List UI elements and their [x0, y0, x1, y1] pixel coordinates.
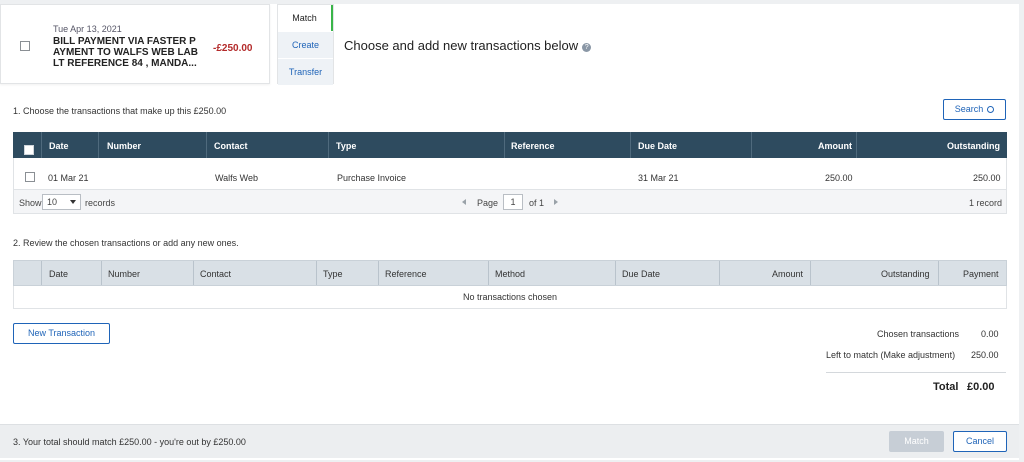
left-to-match-prefix: Left to match ( [826, 350, 884, 360]
left-to-match-suffix: ) [952, 350, 956, 360]
row-date: 01 Mar 21 [48, 173, 89, 183]
search-button-label: Search [954, 104, 984, 114]
records-label: records [85, 198, 116, 208]
col2-contact: Contact [200, 269, 232, 279]
match-button[interactable]: Match [889, 431, 944, 452]
bottom-bar: 3. Your total should match £250.00 - you… [0, 424, 1019, 458]
col-amount[interactable]: Amount [818, 141, 852, 151]
page-heading: Choose and add new transactions below? [344, 38, 592, 53]
col-type[interactable]: Type [336, 141, 356, 151]
col2-number: Number [108, 269, 141, 279]
col2-outstanding: Outstanding [881, 269, 930, 279]
page-size-select[interactable]: 10 [42, 194, 81, 210]
total-label: Total [933, 381, 959, 393]
summary-divider [826, 372, 1006, 373]
tab-create[interactable]: Create [278, 32, 333, 58]
col-reference[interactable]: Reference [511, 141, 555, 151]
col2-method: Method [495, 269, 526, 279]
col2-type: Type [323, 269, 343, 279]
transactions-table-header: Date Number Contact Type Reference Due D… [13, 132, 1007, 158]
record-count: 1 record [969, 198, 1003, 208]
page-heading-text: Choose and add new transactions below [344, 38, 579, 53]
next-page-icon[interactable] [554, 199, 558, 205]
statement-date: Tue Apr 13, 2021 [53, 24, 122, 34]
page-size-value: 10 [47, 197, 58, 207]
make-adjustment-link[interactable]: Make adjustment [884, 350, 953, 360]
col2-amount: Amount [772, 269, 804, 279]
row-contact: Walfs Web [215, 173, 259, 183]
row-outstanding: 250.00 [973, 173, 1001, 183]
tab-transfer[interactable]: Transfer [278, 59, 333, 85]
question-circle-icon[interactable]: ? [582, 43, 592, 52]
statement-amount: -£250.00 [213, 43, 253, 54]
row-checkbox[interactable] [25, 172, 35, 182]
prev-page-icon[interactable] [462, 199, 466, 205]
section2-label: 2. Review the chosen transactions or add… [13, 238, 239, 248]
page-number-input[interactable]: 1 [503, 194, 523, 210]
statement-checkbox[interactable] [20, 41, 30, 51]
section1-label: 1. Choose the transactions that make up … [13, 106, 227, 116]
table-row[interactable]: 01 Mar 21 Walfs Web Purchase Invoice 31 … [13, 158, 1007, 189]
reconcile-window: Tue Apr 13, 2021 BILL PAYMENT VIA FASTER… [0, 0, 1024, 462]
col2-reference: Reference [385, 269, 427, 279]
page-label: Page [477, 198, 499, 208]
left-to-match-label: Left to match (Make adjustment) [826, 350, 955, 360]
show-label: Show [19, 198, 42, 208]
statement-description: BILL PAYMENT VIA FASTER P AYMENT TO WALF… [53, 36, 198, 69]
page-of-label: of 1 [529, 198, 545, 208]
col-outstanding[interactable]: Outstanding [947, 141, 1000, 151]
col-date[interactable]: Date [49, 141, 69, 151]
total-value: £0.00 [967, 381, 995, 393]
table-pagination: Show 10 records Page 1 of 1 1 record [13, 189, 1007, 214]
col-due-date[interactable]: Due Date [638, 141, 677, 151]
chosen-table-header: Date Number Contact Type Reference Metho… [13, 260, 1007, 286]
select-all-checkbox[interactable] [24, 145, 34, 155]
action-tabs: Match Create Transfer [277, 4, 334, 85]
cancel-button[interactable]: Cancel [953, 431, 1007, 452]
row-type: Purchase Invoice [337, 173, 407, 183]
transactions-table: Date Number Contact Type Reference Due D… [13, 132, 1007, 214]
chosen-transactions-table: Date Number Contact Type Reference Metho… [13, 260, 1007, 309]
col2-due-date: Due Date [622, 269, 661, 279]
col2-date: Date [49, 269, 69, 279]
left-to-match-value: 250.00 [971, 350, 999, 360]
row-due-date: 31 Mar 21 [638, 173, 679, 183]
search-icon [987, 106, 995, 113]
new-transaction-button[interactable]: New Transaction [13, 323, 110, 344]
col-contact[interactable]: Contact [214, 141, 248, 151]
chosen-transactions-value: 0.00 [981, 329, 999, 339]
chosen-transactions-label: Chosen transactions [877, 329, 960, 339]
col2-payment: Payment [963, 269, 999, 279]
row-amount: 250.00 [825, 173, 853, 183]
tab-match[interactable]: Match [278, 5, 333, 31]
empty-state: No transactions chosen [13, 286, 1007, 309]
match-status-message: 3. Your total should match £250.00 - you… [13, 437, 246, 447]
chevron-down-icon [70, 200, 76, 204]
col-number[interactable]: Number [107, 141, 141, 151]
search-button[interactable]: Search [943, 99, 1006, 120]
statement-line-card: Tue Apr 13, 2021 BILL PAYMENT VIA FASTER… [0, 4, 270, 84]
